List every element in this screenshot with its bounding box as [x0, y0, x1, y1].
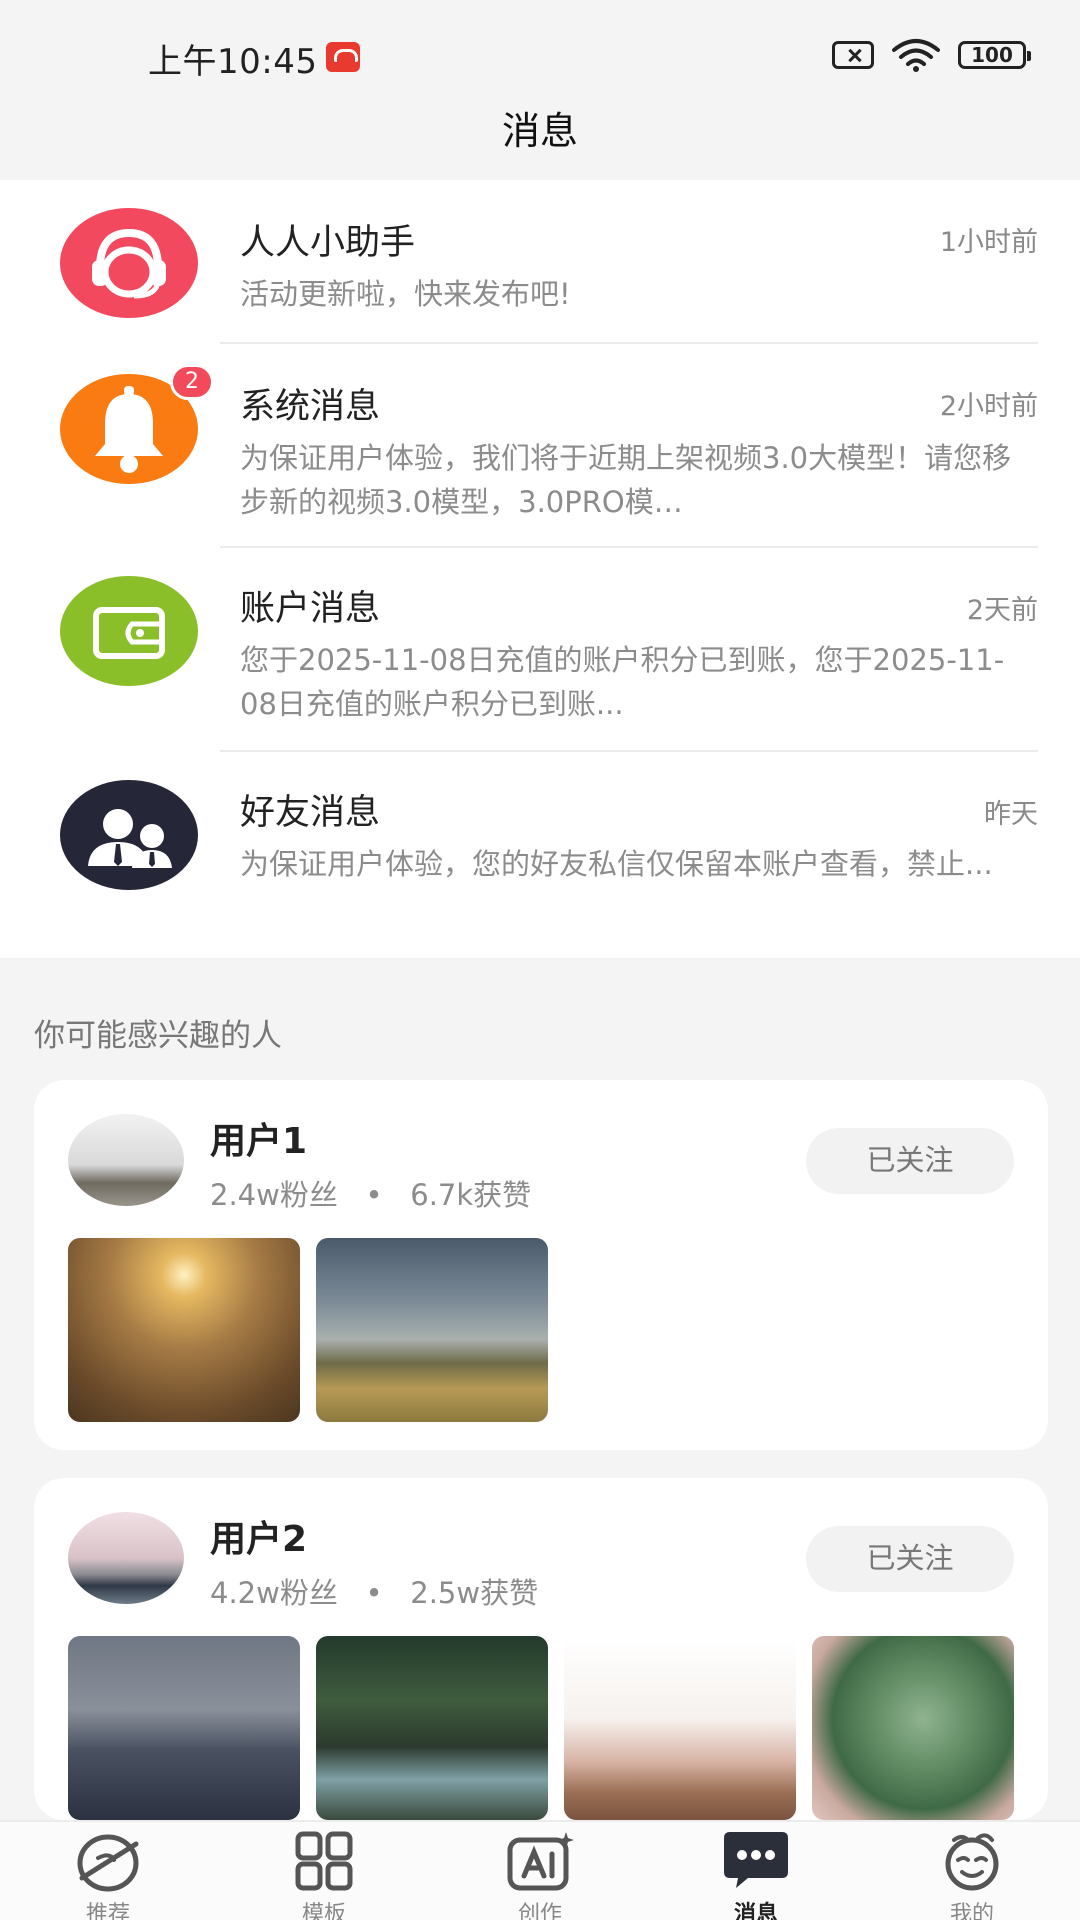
headset-icon [60, 208, 198, 318]
message-title: 系统消息 [240, 387, 381, 427]
user-posts [68, 1636, 1048, 1820]
message-title: 人人小助手 [240, 223, 416, 263]
likes-count: 6.7k获赞 [410, 1178, 532, 1212]
message-item-system[interactable]: 2 系统消息 2小时前 为保证用户体验，我们将于近期上架视频3.0大模型！请您移… [0, 344, 1080, 548]
user-name[interactable]: 用户1 [210, 1112, 307, 1164]
post-thumbnail[interactable] [564, 1636, 796, 1820]
message-preview: 为保证用户体验，您的好友私信仅保留本账户查看，禁止... [240, 847, 993, 881]
user-stats: 2.4w粉丝 • 6.7k获赞 [210, 1178, 532, 1212]
tab-label: 推荐 [85, 1902, 130, 1920]
tab-recommend[interactable]: 推荐 [0, 1822, 216, 1920]
fans-count: 2.4w粉丝 [210, 1178, 338, 1212]
bottom-nav: 推荐 模板 创作 消息 我的 [0, 1820, 1080, 1920]
message-list: 人人小助手 1小时前 活动更新啦，快来发布吧! 2 系统消息 2小时前 为保证用… [0, 180, 1080, 958]
ai-create-icon [507, 1832, 574, 1891]
status-icons: 100 [832, 38, 1031, 72]
tab-label: 模板 [301, 1902, 346, 1920]
tab-profile[interactable]: 我的 [864, 1822, 1080, 1920]
message-preview: 您于2025-11-08日充值的账户积分已到账，您于2025-11-08日充值的… [240, 643, 1005, 721]
message-icon [724, 1832, 788, 1888]
user-posts [68, 1238, 1048, 1422]
tab-label: 我的 [949, 1902, 994, 1920]
message-item-assistant[interactable]: 人人小助手 1小时前 活动更新啦，快来发布吧! [0, 180, 1080, 344]
page-title: 消息 [501, 109, 578, 153]
message-time: 2小时前 [939, 391, 1038, 422]
user-card[interactable]: 用户1 2.4w粉丝 • 6.7k获赞 已关注 [34, 1080, 1048, 1450]
tab-template[interactable]: 模板 [216, 1822, 432, 1920]
no-sim-icon [832, 41, 874, 69]
battery-icon: 100 [958, 41, 1031, 69]
bell-icon: 2 [60, 364, 214, 484]
status-time: 上午10:45 [148, 42, 318, 82]
friends-icon [60, 780, 198, 890]
messages-screen: 上午10:45 100 消息 人人小助手 1小时前 活动更新啦，快来发布吧! 2… [0, 0, 1080, 1920]
template-grid-icon [295, 1831, 353, 1891]
message-time: 1小时前 [939, 227, 1038, 258]
status-bar: 上午10:45 100 [0, 0, 1080, 100]
message-item-friends[interactable]: 好友消息 昨天 为保证用户体验，您的好友私信仅保留本账户查看，禁止... [0, 752, 1080, 958]
planet-icon [77, 1834, 139, 1892]
tab-messages[interactable]: 消息 [648, 1822, 864, 1920]
message-item-account[interactable]: 账户消息 2天前 您于2025-11-08日充值的账户积分已到账，您于2025-… [0, 548, 1080, 752]
profile-face-icon [945, 1833, 999, 1891]
recommend-section-title: 你可能感兴趣的人 [34, 1018, 282, 1054]
user-stats: 4.2w粉丝 • 2.5w获赞 [210, 1576, 539, 1610]
follow-button[interactable]: 已关注 [806, 1128, 1014, 1194]
user-card[interactable]: 用户2 4.2w粉丝 • 2.5w获赞 已关注 [34, 1478, 1048, 1820]
unread-badge: 2 [170, 364, 214, 400]
fans-count: 4.2w粉丝 [210, 1576, 338, 1610]
post-thumbnail[interactable] [316, 1238, 548, 1422]
message-time: 昨天 [984, 799, 1038, 830]
tab-label: 消息 [733, 1902, 778, 1920]
user-name[interactable]: 用户2 [210, 1510, 307, 1562]
tab-label: 创作 [517, 1902, 562, 1920]
post-thumbnail[interactable] [812, 1636, 1014, 1820]
avatar[interactable] [68, 1512, 184, 1604]
post-thumbnail[interactable] [68, 1636, 300, 1820]
post-thumbnail[interactable] [68, 1238, 300, 1422]
wallet-icon [60, 576, 198, 686]
app-notification-icon [326, 42, 360, 72]
tab-create[interactable]: 创作 [432, 1822, 648, 1920]
message-time: 2天前 [966, 595, 1038, 626]
wifi-icon [892, 39, 940, 72]
follow-button[interactable]: 已关注 [806, 1526, 1014, 1592]
avatar[interactable] [68, 1114, 184, 1206]
message-preview: 活动更新啦，快来发布吧! [240, 277, 571, 311]
message-title: 好友消息 [240, 793, 381, 833]
message-preview: 为保证用户体验，我们将于近期上架视频3.0大模型！请您移步新的视频3.0模型，3… [240, 441, 1012, 519]
likes-count: 2.5w获赞 [410, 1576, 539, 1610]
message-title: 账户消息 [240, 589, 381, 629]
post-thumbnail[interactable] [316, 1636, 548, 1820]
